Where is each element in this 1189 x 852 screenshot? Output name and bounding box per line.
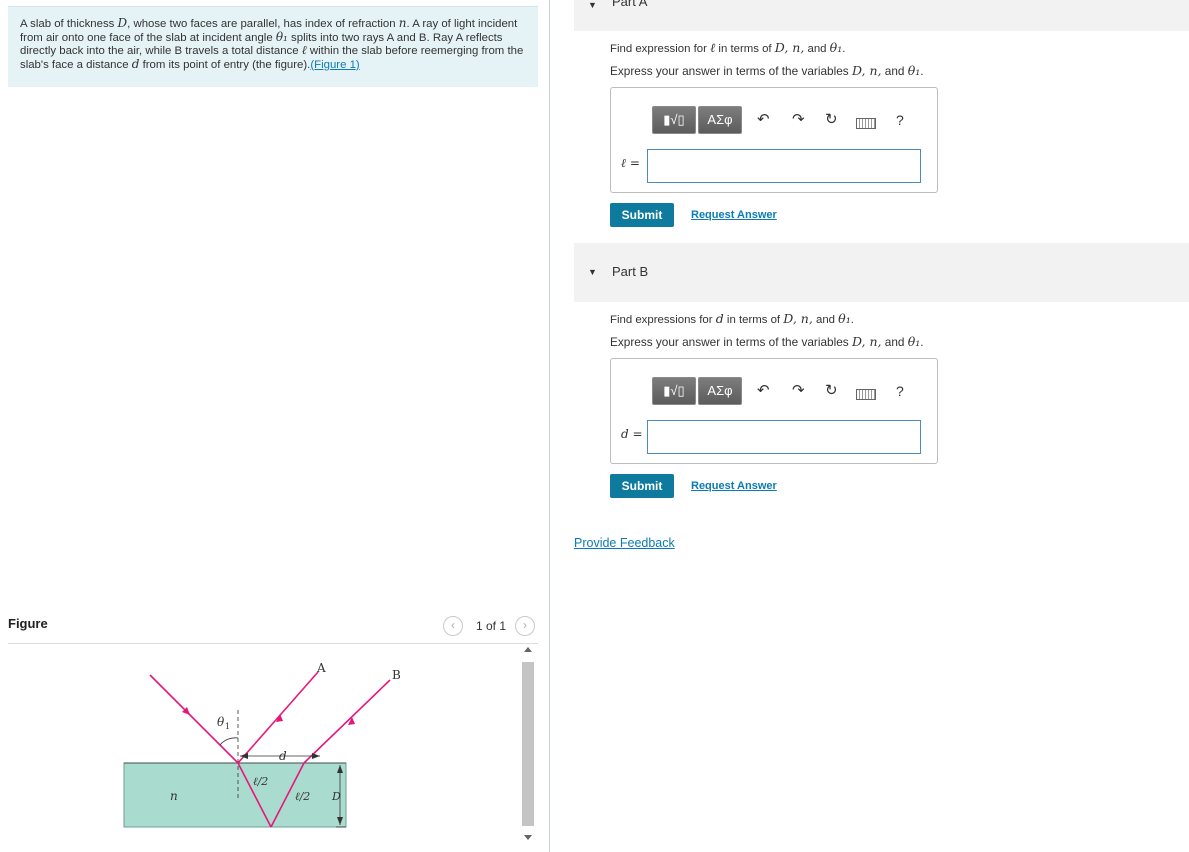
template-button[interactable]: ▮√▯ xyxy=(652,377,696,405)
label-l2-left: ℓ/2 xyxy=(253,775,268,788)
label-D: D xyxy=(331,790,341,803)
part-a-prompt: Find expression for ℓ in terms of D, n, … xyxy=(610,40,846,55)
collapse-triangle-icon[interactable]: ▼ xyxy=(588,0,597,10)
scroll-thumb[interactable] xyxy=(522,662,534,826)
d-arrow-left xyxy=(240,753,248,759)
undo-icon[interactable]: ↶ xyxy=(757,381,770,399)
part-b-instruction: Express your answer in terms of the vari… xyxy=(610,334,924,349)
label-theta: θ xyxy=(217,715,225,729)
greek-button[interactable]: ΑΣφ xyxy=(698,377,742,405)
answer-label: d = xyxy=(621,427,643,441)
label-a: A xyxy=(316,661,326,675)
chevron-right-icon[interactable]: › xyxy=(515,616,535,636)
greek-button[interactable]: ΑΣφ xyxy=(698,106,742,134)
problem-statement: A slab of thickness D, whose two faces a… xyxy=(8,6,538,87)
keyboard-icon[interactable] xyxy=(856,389,876,400)
redo-icon[interactable]: ↷ xyxy=(792,381,805,399)
theta-arc xyxy=(219,737,239,746)
figure-divider xyxy=(8,643,538,644)
answer-label: ℓ = xyxy=(621,156,640,170)
panel-divider xyxy=(549,0,550,852)
slab-figure: A B θ 1 d ℓ/2 ℓ/2 D n xyxy=(123,661,401,828)
part-a-header[interactable]: ▼ Part A xyxy=(574,0,1189,31)
help-icon[interactable]: ? xyxy=(896,112,904,128)
ray-b xyxy=(303,679,391,764)
answer-input[interactable] xyxy=(647,149,921,183)
figure-title: Figure xyxy=(8,616,48,631)
pager-text: 1 of 1 xyxy=(476,619,507,633)
problem-text: A slab of thickness D, whose two faces a… xyxy=(20,16,524,71)
label-theta-sub: 1 xyxy=(225,722,230,731)
answer-input[interactable] xyxy=(647,420,921,454)
part-a-label: Part A xyxy=(612,0,648,9)
keyboard-icon[interactable] xyxy=(856,118,876,129)
help-icon[interactable]: ? xyxy=(896,383,904,399)
chevron-left-icon[interactable]: ‹ xyxy=(443,616,463,636)
part-a-answer-box: ▮√▯ ΑΣφ ↶ ↷ ↻ ? ℓ = xyxy=(610,87,938,193)
scroll-up-icon[interactable] xyxy=(524,647,532,652)
figure-pager: ‹ 1 of 1 › xyxy=(442,616,538,636)
reset-icon[interactable]: ↻ xyxy=(825,381,838,399)
label-d: d xyxy=(279,749,287,763)
part-a-request-answer-link[interactable]: Request Answer xyxy=(691,209,777,221)
label-n: n xyxy=(170,789,178,803)
reset-icon[interactable]: ↻ xyxy=(825,110,838,128)
part-b-answer-box: ▮√▯ ΑΣφ ↶ ↷ ↻ ? d = xyxy=(610,358,938,464)
slab-rect xyxy=(123,762,347,828)
ray-b-arrow xyxy=(348,717,355,725)
undo-icon[interactable]: ↶ xyxy=(757,110,770,128)
collapse-triangle-icon[interactable]: ▼ xyxy=(588,267,597,277)
part-b-label: Part B xyxy=(612,264,649,279)
scroll-down-icon[interactable] xyxy=(524,835,532,840)
part-b-request-answer-link[interactable]: Request Answer xyxy=(691,480,777,492)
part-a-instruction: Express your answer in terms of the vari… xyxy=(610,63,924,78)
figure-link[interactable]: (Figure 1) xyxy=(310,59,359,71)
part-a-submit-button[interactable]: Submit xyxy=(610,203,674,227)
d-arrow-right xyxy=(312,753,320,759)
incident-ray xyxy=(149,674,239,764)
provide-feedback-link[interactable]: Provide Feedback xyxy=(574,536,675,550)
part-b-submit-button[interactable]: Submit xyxy=(610,474,674,498)
ray-a xyxy=(237,671,319,764)
part-b-header[interactable]: ▼ Part B xyxy=(574,243,1189,302)
label-b: B xyxy=(392,668,401,682)
part-b-prompt: Find expressions for d in terms of D, n,… xyxy=(610,311,854,326)
template-button[interactable]: ▮√▯ xyxy=(652,106,696,134)
label-l2-right: ℓ/2 xyxy=(295,790,310,803)
redo-icon[interactable]: ↷ xyxy=(792,110,805,128)
